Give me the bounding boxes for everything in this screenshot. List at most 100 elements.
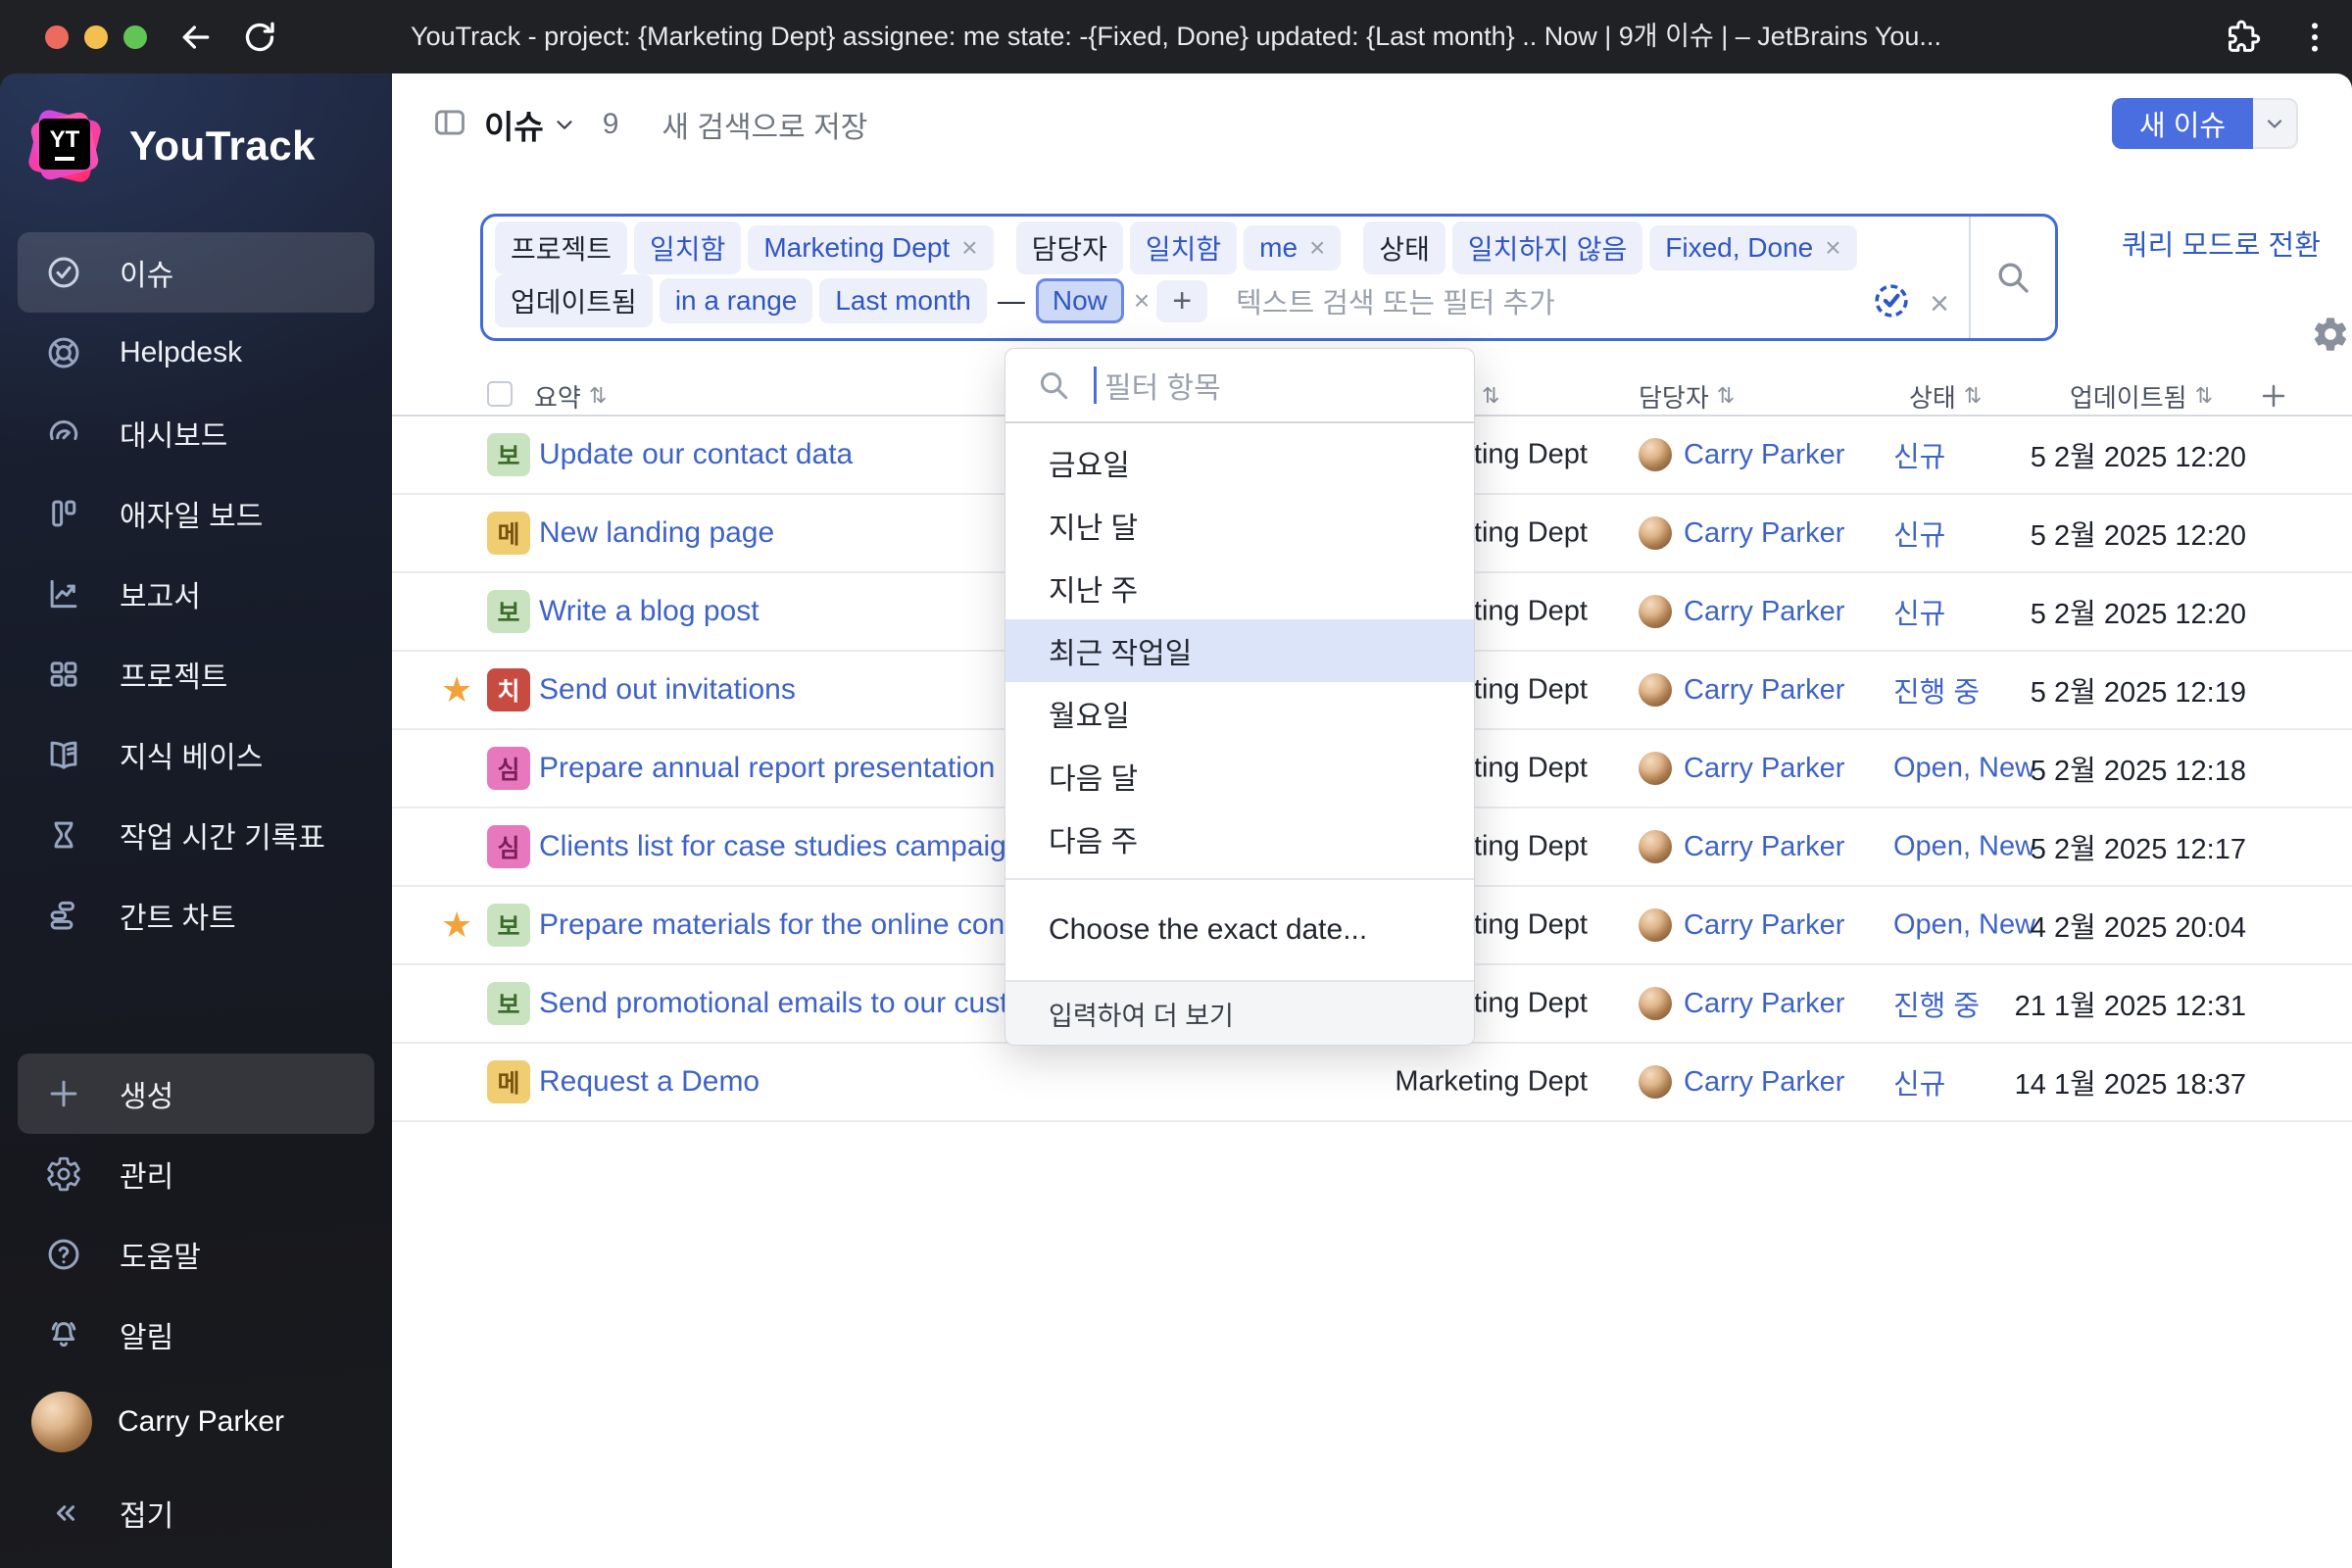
issue-title-link[interactable]: Prepare annual report presentation [539, 752, 995, 785]
filter-token[interactable]: 일치하지 않음 [1451, 221, 1643, 274]
issue-title-link[interactable]: Request a Demo [539, 1065, 760, 1099]
issue-title-link[interactable]: Update our contact data [539, 438, 853, 471]
filter-token[interactable]: me × [1244, 225, 1342, 270]
filter-token[interactable]: 업데이트됨 [495, 274, 653, 327]
issue-assignee[interactable]: Carry Parker [1639, 830, 1844, 863]
column-header-state[interactable]: 상태 ⇅ [1909, 375, 1982, 416]
filter-token[interactable]: 일치함 [634, 221, 742, 274]
sidebar-item[interactable]: 알림 [18, 1295, 374, 1375]
user-profile[interactable]: Carry Parker [18, 1381, 374, 1463]
issue-state-link[interactable]: 신규 [1893, 513, 1945, 554]
sidebar-item[interactable]: 도움말 [18, 1214, 374, 1295]
maximize-window-button[interactable] [123, 25, 147, 49]
extensions-puzzle-icon[interactable] [2223, 18, 2262, 57]
filter-token[interactable]: 상태 [1363, 221, 1446, 274]
column-header-project-sort[interactable]: ⇅ [1482, 375, 1499, 416]
sidebar-collapse[interactable]: 접기 [18, 1477, 374, 1549]
clear-filters-icon[interactable]: × [1930, 287, 1949, 320]
dropdown-item[interactable]: 지난 달 [1005, 494, 1474, 557]
sidebar-item[interactable]: Helpdesk [18, 313, 374, 393]
remove-token-icon[interactable]: × [961, 232, 977, 264]
sidebar-item[interactable]: 관리 [18, 1134, 374, 1214]
issue-assignee[interactable]: Carry Parker [1639, 908, 1844, 942]
issue-assignee[interactable]: Carry Parker [1639, 987, 1844, 1020]
close-window-button[interactable] [45, 25, 69, 49]
column-header-assignee[interactable]: 담당자 ⇅ [1639, 375, 1735, 416]
column-header-summary[interactable]: 요약 ⇅ [534, 375, 607, 416]
remove-token-icon[interactable]: × [1309, 232, 1325, 264]
star-icon[interactable]: ★ [441, 905, 472, 946]
remove-token-icon[interactable]: × [1825, 232, 1840, 264]
dropdown-item[interactable]: 다음 달 [1005, 745, 1474, 808]
sidebar-item[interactable]: 애자일 보드 [18, 473, 374, 554]
issue-state-link[interactable]: Open, New [1893, 753, 2035, 785]
sort-icon[interactable]: ⇅ [2195, 383, 2213, 409]
issue-assignee[interactable]: Carry Parker [1639, 673, 1844, 707]
issue-assignee[interactable]: Carry Parker [1639, 1065, 1844, 1099]
dropdown-item[interactable]: 다음 주 [1005, 808, 1474, 870]
filter-token[interactable]: 일치함 [1129, 221, 1238, 274]
filter-token[interactable]: in a range [659, 278, 813, 323]
reload-icon[interactable] [240, 18, 279, 57]
issue-state-link[interactable]: 신규 [1893, 1061, 1945, 1102]
sidebar-toggle-icon[interactable] [431, 104, 468, 146]
select-all-checkbox[interactable] [487, 381, 513, 407]
minimize-window-button[interactable] [84, 25, 108, 49]
issue-state-link[interactable]: 진행 중 [1893, 669, 1980, 710]
issue-assignee[interactable]: Carry Parker [1639, 595, 1844, 628]
sort-icon[interactable]: ⇅ [1717, 383, 1735, 409]
filter-token[interactable]: Now × [1035, 278, 1150, 323]
star-icon[interactable]: ★ [441, 669, 472, 710]
sidebar-item[interactable]: 간트 차트 [18, 875, 374, 956]
sort-icon[interactable]: ⇅ [1482, 383, 1499, 409]
filter-search-placeholder[interactable]: 텍스트 검색 또는 필터 추가 [1236, 280, 1555, 321]
sidebar-item[interactable]: 작업 시간 기록표 [18, 795, 374, 875]
query-mode-link[interactable]: 쿼리 모드로 전환 [2122, 222, 2321, 264]
filter-token[interactable]: — [994, 278, 1029, 323]
issue-assignee[interactable]: Carry Parker [1639, 516, 1844, 550]
issue-title-link[interactable]: Send out invitations [539, 673, 796, 707]
remove-token-icon[interactable]: × [1134, 285, 1150, 317]
sidebar-item[interactable]: 대시보드 [18, 393, 374, 473]
filter-token[interactable]: 프로젝트 [495, 221, 628, 274]
sort-icon[interactable]: ⇅ [589, 383, 607, 409]
dropdown-item[interactable]: 지난 주 [1005, 557, 1474, 619]
issue-title-link[interactable]: New landing page [539, 516, 774, 550]
issue-state-link[interactable]: 신규 [1893, 591, 1945, 632]
choose-exact-date-item[interactable]: Choose the exact date... [1005, 880, 1474, 980]
sidebar-item[interactable]: 생성 [18, 1054, 374, 1134]
list-settings-gear-icon[interactable] [2311, 315, 2350, 354]
app-logo[interactable]: YT YouTrack [25, 107, 392, 185]
filter-token[interactable]: 담당자 [1015, 221, 1123, 274]
search-filter-box[interactable]: 프로젝트 일치함 Marketing Dept × 담당자 일치함 me × 상태 일치하지 않음… [480, 214, 2058, 341]
issue-title-link[interactable]: Clients list for case studies campaign [539, 830, 1023, 863]
filter-token[interactable]: + [1156, 279, 1208, 322]
filter-token[interactable]: Last month [819, 278, 987, 323]
page-title[interactable]: 이슈 [484, 101, 544, 148]
save-search-button[interactable]: 새 검색으로 저장 [662, 103, 867, 146]
add-column-icon[interactable] [2257, 379, 2290, 413]
issue-assignee[interactable]: Carry Parker [1639, 752, 1844, 785]
issue-state-link[interactable]: Open, New [1893, 909, 2035, 942]
issue-title-link[interactable]: Write a blog post [539, 595, 760, 628]
sort-icon[interactable]: ⇅ [1964, 383, 1982, 409]
issue-assignee[interactable]: Carry Parker [1639, 438, 1844, 471]
issue-state-link[interactable]: 진행 중 [1893, 983, 1980, 1024]
sidebar-item[interactable]: 지식 베이스 [18, 714, 374, 795]
issue-state-link[interactable]: 신규 [1893, 434, 1945, 475]
issue-row[interactable]: ★ 메 Request a Demo Marketing Dept Carry … [392, 1044, 2352, 1122]
filter-token[interactable]: Fixed, Done × [1649, 225, 1857, 270]
filter-token[interactable]: Marketing Dept × [748, 225, 994, 270]
dropdown-search[interactable]: 필터 항목 [1005, 349, 1474, 423]
column-header-updated[interactable]: 업데이트됨 ⇅ [2070, 375, 2213, 416]
sidebar-item[interactable]: 보고서 [18, 554, 374, 634]
new-issue-button[interactable]: 새 이슈 [2112, 98, 2254, 149]
dropdown-item[interactable]: 금요일 [1005, 431, 1474, 494]
dropdown-item[interactable]: 최근 작업일 [1005, 619, 1474, 682]
back-icon[interactable] [176, 18, 216, 57]
select-all-check-icon[interactable] [1871, 280, 1912, 326]
dropdown-item[interactable]: 월요일 [1005, 682, 1474, 745]
sidebar-item[interactable]: 프로젝트 [18, 634, 374, 714]
issue-state-link[interactable]: Open, New [1893, 831, 2035, 863]
run-search-section[interactable] [1969, 217, 2055, 338]
